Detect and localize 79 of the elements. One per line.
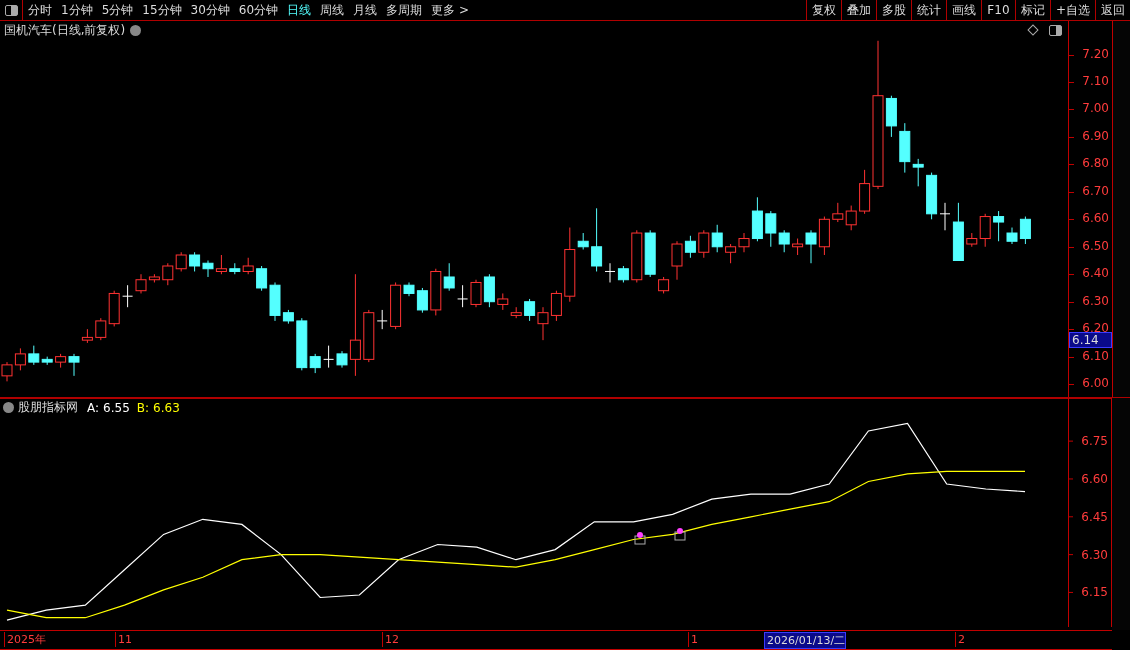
- period-tab[interactable]: 分时: [24, 0, 56, 20]
- toolbar-button[interactable]: +自选: [1049, 0, 1095, 20]
- date-label: 2: [955, 632, 965, 647]
- candlestick: [189, 251, 201, 272]
- toolbar-button[interactable]: 画线: [945, 0, 981, 20]
- period-tab[interactable]: 60分钟: [234, 0, 283, 20]
- axis-label: 6.30: [1082, 293, 1109, 308]
- axis-label: 7.20: [1082, 46, 1109, 61]
- date-label: 2025年: [4, 632, 46, 647]
- candlestick: [162, 262, 174, 286]
- candlestick: [550, 290, 562, 322]
- candlestick: [323, 345, 335, 369]
- axis-label: 6.50: [1082, 238, 1109, 253]
- candlestick: [845, 205, 857, 231]
- candlestick: [215, 254, 227, 275]
- period-tab[interactable]: 30分钟: [186, 0, 234, 20]
- axis-label: 6.80: [1082, 156, 1109, 171]
- axis-label: 6.75: [1081, 434, 1108, 449]
- period-tab[interactable]: 1分钟: [57, 0, 97, 20]
- candlestick: [698, 229, 710, 259]
- candlestick: [818, 216, 830, 256]
- candlestick: [644, 229, 656, 278]
- candlestick: [832, 202, 844, 223]
- chart-title: 国机汽车(日线,前复权): [4, 21, 126, 39]
- axis-label: 6.10: [1082, 348, 1109, 363]
- more-button[interactable]: 更多 >: [427, 0, 473, 20]
- period-tab[interactable]: 日线: [283, 0, 316, 20]
- signal-marker-icon: [674, 528, 686, 541]
- panel-icon: [4, 4, 18, 16]
- axis-label: 6.70: [1082, 183, 1109, 198]
- date-label: 2026/01/13/二: [764, 632, 847, 649]
- period-tab[interactable]: 月线: [349, 0, 382, 20]
- legend-label: B:: [136, 400, 150, 415]
- candlestick: [14, 347, 26, 371]
- candlestick: [617, 265, 629, 283]
- axis-label: 6.60: [1082, 211, 1109, 226]
- toolbar-button[interactable]: F10: [980, 0, 1015, 20]
- candlestick: [202, 260, 214, 278]
- period-tab[interactable]: 5分钟: [97, 0, 138, 20]
- axis-label: 6.60: [1081, 471, 1108, 486]
- signal-marker-icon: [634, 532, 646, 545]
- axis-label: 6.15: [1081, 585, 1108, 600]
- axis-label: 6.40: [1082, 266, 1109, 281]
- axis-label: 6.45: [1081, 509, 1108, 524]
- candlestick: [483, 273, 495, 308]
- date-label: 12: [382, 632, 399, 647]
- toolbar-button[interactable]: 统计: [910, 0, 946, 20]
- axis-label: 6.00: [1082, 376, 1109, 391]
- candlestick: [242, 257, 254, 275]
- candlestick: [81, 328, 93, 344]
- legend-value: 6.55: [103, 400, 130, 415]
- candlestick: [122, 284, 134, 308]
- candlestick: [229, 262, 241, 275]
- axis-label: 7.10: [1082, 73, 1109, 88]
- toolbar-button[interactable]: 多股: [875, 0, 911, 20]
- indicator-name: 股朋指标网: [18, 399, 78, 416]
- toolbar-button[interactable]: 叠加: [840, 0, 876, 20]
- candlestick: [175, 251, 187, 272]
- candlestick: [631, 229, 643, 283]
- panel-icon[interactable]: [1049, 24, 1062, 36]
- date-label: 11: [115, 632, 132, 647]
- period-tab[interactable]: 多周期: [382, 0, 427, 20]
- axis-label: 6.30: [1081, 547, 1108, 562]
- period-tab[interactable]: 周线: [316, 0, 349, 20]
- legend-label: A:: [87, 400, 100, 415]
- legend-value: 6.63: [153, 400, 180, 415]
- date-label: 1: [688, 632, 698, 647]
- candlestick: [470, 279, 482, 308]
- period-tab[interactable]: 15分钟: [138, 0, 186, 20]
- toolbar-button[interactable]: 标记: [1014, 0, 1050, 20]
- current-price-tag: 6.14: [1069, 332, 1112, 348]
- candlestick: [1, 361, 13, 382]
- candlestick: [725, 243, 737, 264]
- toolbar-button[interactable]: 返回: [1095, 0, 1130, 20]
- candlestick: [711, 224, 723, 253]
- axis-label: 7.00: [1082, 101, 1109, 116]
- axis-label: 6.90: [1082, 128, 1109, 143]
- candlestick: [457, 284, 469, 308]
- toolbar-button[interactable]: 复权: [805, 0, 841, 20]
